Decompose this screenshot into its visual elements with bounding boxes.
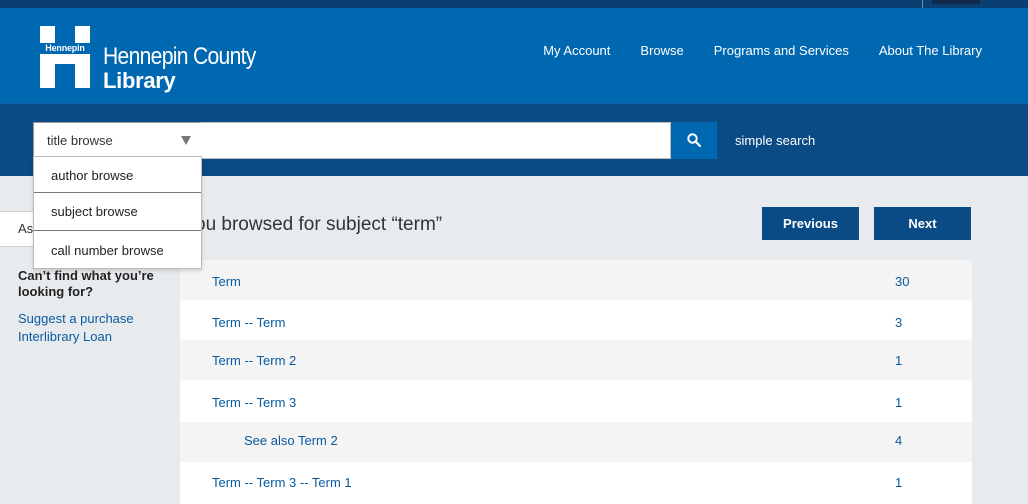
result-link[interactable]: Term -- Term: [212, 315, 285, 330]
search-button[interactable]: [671, 122, 717, 159]
result-link[interactable]: Term -- Term 2: [212, 353, 296, 368]
list-item: Term -- Term 2 1: [180, 340, 972, 380]
result-count[interactable]: 1: [895, 475, 902, 490]
hennepin-logo-icon[interactable]: Hennepin: [40, 26, 90, 88]
nav-my-account[interactable]: My Account: [543, 42, 610, 60]
see-also-link[interactable]: See also Term 2: [244, 433, 338, 448]
utility-bar: [0, 0, 1028, 8]
search-icon: [687, 133, 701, 147]
result-link[interactable]: Term: [212, 274, 241, 289]
search-type-menu: author browse subject browse call number…: [33, 156, 202, 269]
chevron-down-icon: [181, 136, 191, 145]
result-count[interactable]: 1: [895, 395, 902, 410]
site-header: Hennepin Hennepin County Library My Acco…: [0, 8, 1028, 103]
menu-item-author-browse[interactable]: author browse: [34, 168, 201, 183]
nav-browse[interactable]: Browse: [640, 42, 683, 60]
nav-about-library[interactable]: About The Library: [879, 42, 982, 60]
results-list: Term 30 Term -- Term 3 Term -- Term 2 1 …: [180, 260, 972, 504]
simple-search-link[interactable]: simple search: [735, 133, 815, 148]
brand-library: Library: [103, 68, 176, 93]
interlibrary-loan-link[interactable]: Interlibrary Loan: [18, 328, 112, 345]
cant-find-heading: Can’t find what you’re looking for?: [18, 268, 154, 299]
previous-button[interactable]: Previous: [762, 207, 859, 240]
list-item: Term -- Term 3 1: [180, 380, 972, 422]
utility-separator: [922, 0, 923, 8]
page-title: ou browsed for subject “term”: [195, 214, 443, 235]
menu-divider: [34, 192, 201, 193]
list-item: Term -- Term 3 -- Term 1 1: [180, 462, 972, 504]
logo-word: Hennepin: [40, 43, 90, 54]
search-input[interactable]: [201, 122, 671, 159]
suggest-purchase-link[interactable]: Suggest a purchase: [18, 310, 134, 327]
search-type-select[interactable]: title browse: [33, 122, 202, 159]
main-nav: My Account Browse Programs and Services …: [543, 42, 982, 60]
result-link[interactable]: Term -- Term 3: [212, 395, 296, 410]
brand-name: Hennepin County: [103, 43, 256, 70]
menu-item-call-number-browse[interactable]: call number browse: [34, 243, 201, 258]
menu-item-subject-browse[interactable]: subject browse: [34, 204, 201, 219]
list-item: Term 30: [180, 260, 972, 300]
search-type-value: title browse: [47, 133, 113, 148]
result-count[interactable]: 30: [895, 274, 909, 289]
list-item: See also Term 2 4: [180, 422, 972, 462]
result-count[interactable]: 4: [895, 433, 902, 448]
utility-button[interactable]: [932, 0, 980, 4]
list-item: Term -- Term 3: [180, 300, 972, 340]
result-link[interactable]: Term -- Term 3 -- Term 1: [212, 475, 352, 490]
menu-divider: [34, 230, 201, 231]
nav-programs-services[interactable]: Programs and Services: [714, 42, 849, 60]
result-count[interactable]: 3: [895, 315, 902, 330]
sidebar-tab-label: As: [18, 221, 34, 236]
result-count[interactable]: 1: [895, 353, 902, 368]
next-button[interactable]: Next: [874, 207, 971, 240]
